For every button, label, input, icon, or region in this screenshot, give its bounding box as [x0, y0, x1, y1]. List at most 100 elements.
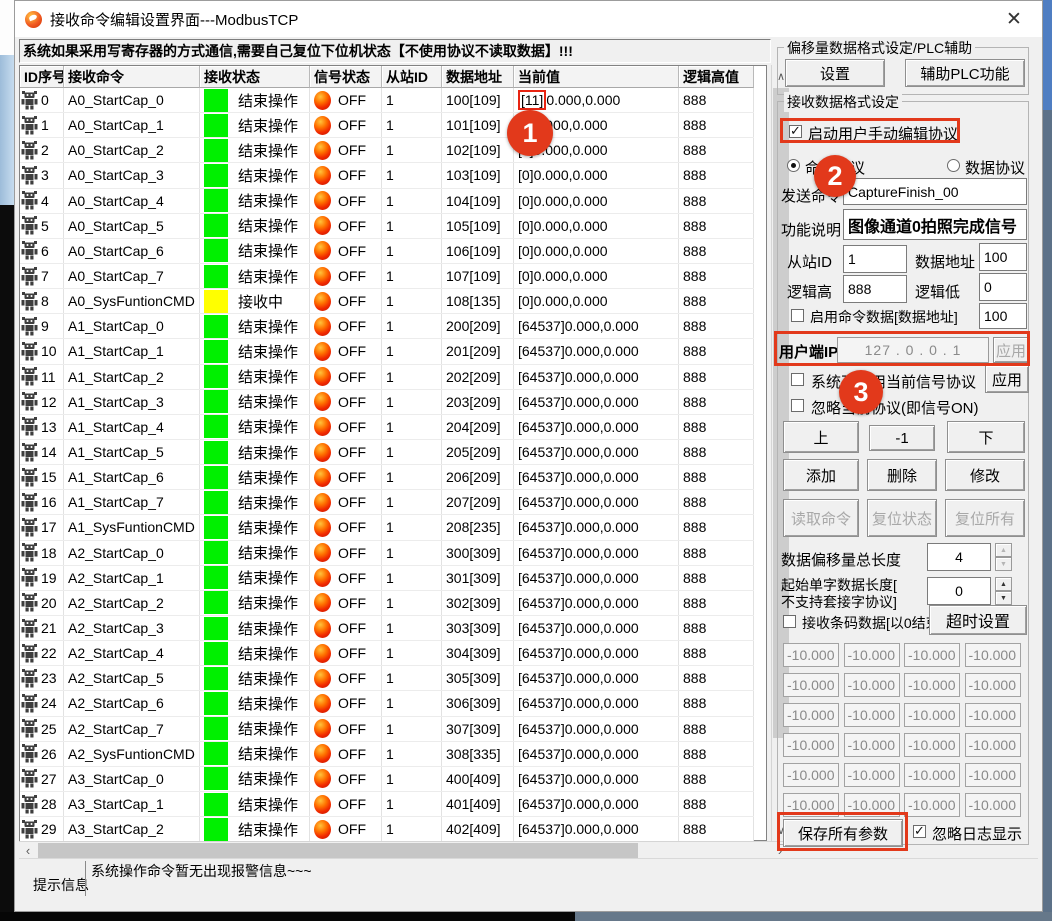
column-header[interactable]: 逻辑高值 — [679, 66, 754, 88]
offset-value-field[interactable]: -10.000 — [965, 793, 1021, 817]
table-row[interactable]: 1A0_StartCap_1结束操作OFF1101[109][0]0.000,0… — [20, 113, 754, 138]
apply-button[interactable]: 应用 — [985, 365, 1029, 393]
table-row[interactable]: 20A2_StartCap_2结束操作OFF1302[309][64537]0.… — [20, 591, 754, 616]
offset-total-input[interactable]: 4 — [927, 543, 991, 571]
add-button[interactable]: 添加 — [783, 459, 859, 491]
data-address-input[interactable]: 100 — [979, 243, 1027, 271]
offset-value-field[interactable]: -10.000 — [844, 703, 900, 727]
move-down-button[interactable]: 下 — [947, 421, 1025, 453]
send-command-input[interactable]: CaptureFinish_00 — [843, 178, 1027, 205]
table-row[interactable]: 4A0_StartCap_4结束操作OFF1104[109][0]0.000,0… — [20, 189, 754, 214]
table-row[interactable]: 5A0_StartCap_5结束操作OFF1105[109][0]0.000,0… — [20, 214, 754, 239]
offset-value-field[interactable]: -10.000 — [904, 793, 960, 817]
offset-value-field[interactable]: -10.000 — [844, 673, 900, 697]
table-row[interactable]: 27A3_StartCap_0结束操作OFF1400[409][64537]0.… — [20, 767, 754, 792]
slave-id-input[interactable]: 1 — [843, 245, 907, 273]
logic-low-input[interactable]: 0 — [979, 273, 1027, 301]
table-row[interactable]: 13A1_StartCap_4结束操作OFF1204[209][64537]0.… — [20, 415, 754, 440]
offset-value-field[interactable]: -10.000 — [783, 733, 839, 757]
column-header[interactable]: 当前值 — [514, 66, 679, 88]
column-header[interactable]: 接收状态 — [200, 66, 310, 88]
table-row[interactable]: 26A2_SysFuntionCMD结束操作OFF1308[335][64537… — [20, 742, 754, 767]
delete-button[interactable]: 删除 — [867, 459, 937, 491]
column-header[interactable]: 信号状态 — [310, 66, 382, 88]
data-protocol-radio[interactable] — [947, 159, 960, 172]
offset-value-field[interactable]: -10.000 — [904, 733, 960, 757]
startword-input[interactable]: 0 — [927, 577, 991, 605]
offset-value-field[interactable]: -10.000 — [965, 703, 1021, 727]
barcode-checkbox[interactable] — [783, 615, 796, 628]
offset-value-field[interactable]: -10.000 — [904, 643, 960, 667]
table-row[interactable]: 16A1_StartCap_7结束操作OFF1207[209][64537]0.… — [20, 490, 754, 515]
table-row[interactable]: 25A2_StartCap_7结束操作OFF1307[309][64537]0.… — [20, 717, 754, 742]
offset-value-field[interactable]: -10.000 — [783, 673, 839, 697]
offset-value-field[interactable]: -10.000 — [904, 703, 960, 727]
offset-value-field[interactable]: -10.000 — [965, 673, 1021, 697]
column-header[interactable]: 接收命令 — [64, 66, 200, 88]
offset-value-field[interactable]: -10.000 — [844, 643, 900, 667]
column-header[interactable]: 数据地址 — [442, 66, 514, 88]
offset-value-field[interactable]: -10.000 — [844, 733, 900, 757]
horizontal-scroll-thumb[interactable] — [38, 843, 638, 858]
column-header[interactable]: ID序号 — [20, 66, 64, 88]
no-signal-protocol-checkbox[interactable] — [791, 373, 804, 386]
column-header[interactable]: 从站ID — [382, 66, 442, 88]
title-bar[interactable]: 接收命令编辑设置界面---ModbusTCP ✕ — [15, 1, 1042, 37]
table-row[interactable]: 6A0_StartCap_6结束操作OFF1106[109][0]0.000,0… — [20, 239, 754, 264]
scroll-left-icon[interactable]: ‹ — [19, 842, 37, 859]
table-row[interactable]: 3A0_StartCap_3结束操作OFF1103[109][0]0.000,0… — [20, 163, 754, 188]
table-row[interactable]: 29A3_StartCap_2结束操作OFF1402[409][64537]0.… — [20, 817, 754, 841]
offset-total-spinner[interactable]: ▲ ▼ — [995, 543, 1012, 571]
offset-value-field[interactable]: -10.000 — [783, 643, 839, 667]
table-row[interactable]: 7A0_StartCap_7结束操作OFF1107[109][0]0.000,0… — [20, 264, 754, 289]
table-row[interactable]: 18A2_StartCap_0结束操作OFF1300[309][64537]0.… — [20, 541, 754, 566]
table-row[interactable]: 17A1_SysFuntionCMD结束操作OFF1208[235][64537… — [20, 515, 754, 540]
table-row[interactable]: 0A0_StartCap_0结束操作OFF1100[109][11]0.000,… — [20, 88, 754, 113]
minus-one-button[interactable]: -1 — [869, 425, 935, 451]
offset-value-field[interactable]: -10.000 — [904, 673, 960, 697]
ignore-protocol-checkbox[interactable] — [791, 399, 804, 412]
table-row[interactable]: 12A1_StartCap_3结束操作OFF1203[209][64537]0.… — [20, 390, 754, 415]
startword-spinner[interactable]: ▲ ▼ — [995, 577, 1012, 605]
offset-value-field[interactable]: -10.000 — [783, 763, 839, 787]
table-row[interactable]: 14A1_StartCap_5结束操作OFF1205[209][64537]0.… — [20, 440, 754, 465]
table-row[interactable]: 24A2_StartCap_6结束操作OFF1306[309][64537]0.… — [20, 691, 754, 716]
table-row[interactable]: 8A0_SysFuntionCMD接收中OFF1108[135][0]0.000… — [20, 289, 754, 314]
table-row[interactable]: 22A2_StartCap_4结束操作OFF1304[309][64537]0.… — [20, 641, 754, 666]
offset-value-field[interactable]: -10.000 — [965, 733, 1021, 757]
offset-value-field[interactable]: -10.000 — [965, 763, 1021, 787]
spin-down-icon[interactable]: ▼ — [995, 591, 1012, 605]
reset-all-button[interactable]: 复位所有 — [945, 499, 1025, 537]
spin-down-icon[interactable]: ▼ — [995, 557, 1012, 571]
command-protocol-radio[interactable] — [787, 159, 800, 172]
table-row[interactable]: 23A2_StartCap_5结束操作OFF1305[309][64537]0.… — [20, 666, 754, 691]
table-row[interactable]: 2A0_StartCap_2结束操作OFF1102[109][0]0.000,0… — [20, 138, 754, 163]
spin-up-icon[interactable]: ▲ — [995, 543, 1012, 557]
move-up-button[interactable]: 上 — [783, 421, 859, 453]
table-row[interactable]: 21A2_StartCap_3结束操作OFF1303[309][64537]0.… — [20, 616, 754, 641]
reset-state-button[interactable]: 复位状态 — [867, 499, 937, 537]
offset-value-field[interactable]: -10.000 — [783, 703, 839, 727]
command-data-input[interactable]: 100 — [979, 303, 1027, 329]
plc-helper-button[interactable]: 辅助PLC功能 — [905, 59, 1025, 87]
table-row[interactable]: 28A3_StartCap_1结束操作OFF1401[409][64537]0.… — [20, 792, 754, 817]
horizontal-scrollbar[interactable]: ‹ › — [19, 841, 789, 858]
offset-value-field[interactable]: -10.000 — [844, 763, 900, 787]
table-row[interactable]: 19A2_StartCap_1结束操作OFF1301[309][64537]0.… — [20, 566, 754, 591]
table-row[interactable]: 15A1_StartCap_6结束操作OFF1206[209][64537]0.… — [20, 465, 754, 490]
close-icon[interactable]: ✕ — [998, 5, 1030, 33]
ignore-log-checkbox[interactable] — [913, 825, 926, 838]
table-row[interactable]: 10A1_StartCap_1结束操作OFF1201[209][64537]0.… — [20, 339, 754, 364]
spin-up-icon[interactable]: ▲ — [995, 577, 1012, 591]
offset-value-field[interactable]: -10.000 — [904, 763, 960, 787]
function-desc-input[interactable]: 图像通道0拍照完成信号 — [843, 209, 1027, 240]
read-command-button[interactable]: 读取命令 — [783, 499, 859, 537]
modify-button[interactable]: 修改 — [945, 459, 1025, 491]
timeout-button[interactable]: 超时设置 — [929, 605, 1027, 635]
offset-value-field[interactable]: -10.000 — [965, 643, 1021, 667]
logic-high-input[interactable]: 888 — [843, 275, 907, 303]
table-row[interactable]: 9A1_StartCap_0结束操作OFF1200[209][64537]0.0… — [20, 314, 754, 339]
command-data-checkbox[interactable] — [791, 309, 804, 322]
settings-button[interactable]: 设置 — [785, 59, 885, 87]
table-row[interactable]: 11A1_StartCap_2结束操作OFF1202[209][64537]0.… — [20, 365, 754, 390]
